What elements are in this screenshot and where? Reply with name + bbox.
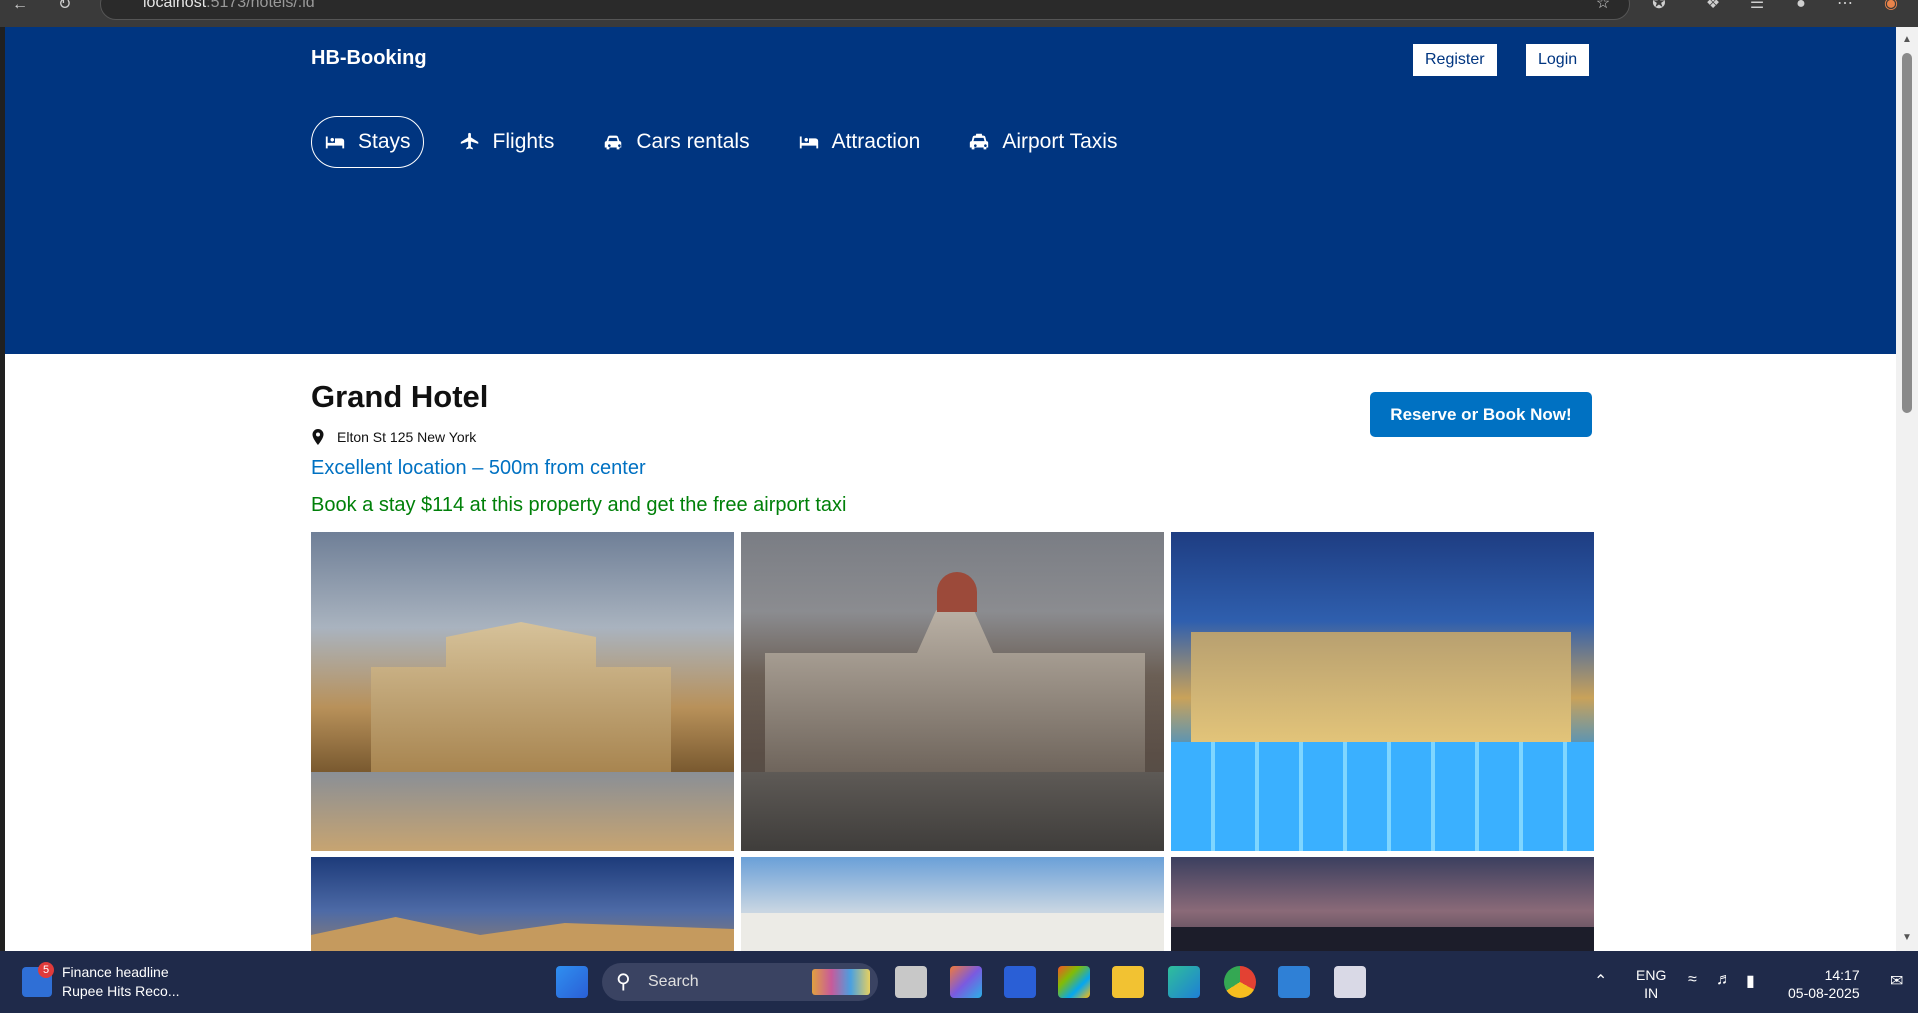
app-icon[interactable] [1004,966,1036,998]
notification-badge: 5 [38,962,54,978]
edge-icon[interactable] [1168,966,1200,998]
os-taskbar: 5 Finance headline Rupee Hits Reco... ⚲ … [0,951,1918,1013]
clock[interactable]: 14:17 05-08-2025 [1788,966,1860,1002]
address-bar[interactable]: localhost:5173/hotels/:id [100,0,1630,20]
back-arrow-icon[interactable]: ← [12,0,34,14]
wifi-icon[interactable]: ≈ [1688,971,1697,989]
snipping-tool-icon[interactable] [1334,966,1366,998]
building-shape [741,913,1164,951]
hotel-photo[interactable] [311,532,734,851]
battery-icon[interactable]: ▮ [1746,971,1755,991]
copilot-app-icon[interactable] [950,966,982,998]
browser-toolbar: ← ↻ localhost:5173/hotels/:id ☆ ✪ ❖ ☰ ● … [0,0,1918,27]
plaza-shape [311,772,734,851]
file-explorer-icon[interactable] [1112,966,1144,998]
profile-tools-icon[interactable]: ❖ [1702,0,1724,16]
language-indicator[interactable]: ENG IN [1636,966,1666,1002]
tab-attraction[interactable]: Attraction [785,116,934,168]
task-view-icon[interactable] [895,966,927,998]
location-note: Excellent location – 500m from center [311,457,646,479]
search-highlight-icon [812,969,870,995]
building-shape [1191,632,1571,752]
page-viewport: HB-Booking Register Login Stays Flights … [5,27,1896,951]
news-title: Finance headline [62,964,169,980]
hotel-photo[interactable] [741,857,1164,951]
search-label: Search [648,973,699,990]
url-path: :5173/hotels/:id [206,0,315,11]
hotel-photo[interactable] [741,532,1164,851]
lang-line1: ENG [1636,967,1667,983]
taxi-icon [970,133,989,150]
date: 05-08-2025 [1788,985,1860,1001]
scroll-up-icon[interactable]: ▲ [1901,35,1913,45]
tab-label: Attraction [831,130,921,153]
reserve-book-button[interactable]: Reserve or Book Now! [1370,392,1592,437]
tab-label: Cars rentals [636,130,750,153]
login-button[interactable]: Login [1526,44,1590,76]
plane-icon [460,132,478,150]
favorites-list-icon[interactable]: ☰ [1746,0,1768,16]
show-hidden-icons-icon[interactable]: ⌃ [1594,971,1607,991]
volume-icon[interactable]: ♬ [1716,971,1732,989]
start-icon[interactable] [556,966,588,998]
hotel-photo[interactable] [311,857,734,951]
dome-shape [937,572,977,612]
favorite-star-icon[interactable]: ☆ [1592,0,1614,16]
address-text: Elton St 125 New York [337,429,477,445]
water-shape [741,772,1164,851]
location-pin-icon [312,429,324,445]
tab-flights[interactable]: Flights [446,116,568,168]
news-icon: 5 [22,962,54,997]
taskbar-search[interactable]: ⚲ Search [602,963,878,1001]
tab-label: Stays [358,130,411,153]
scroll-down-icon[interactable]: ▼ [1901,933,1913,943]
pool-shape [1171,742,1594,851]
building-shape [311,917,734,951]
tab-label: Flights [492,130,555,153]
more-menu-icon[interactable]: ⋯ [1834,0,1856,16]
building-shape [765,602,1145,772]
url-host: localhost [143,0,207,11]
copilot-icon[interactable]: ◉ [1880,0,1902,16]
vscode-icon[interactable] [1278,966,1310,998]
scrollbar-thumb[interactable] [1902,53,1912,413]
tab-car-rentals[interactable]: Cars rentals [589,116,762,168]
register-button[interactable]: Register [1413,44,1497,76]
photo-gallery [311,532,1594,951]
hotel-photo[interactable] [1171,857,1594,951]
hotel-name: Grand Hotel [311,379,489,414]
account-avatar-icon[interactable]: ● [1790,0,1812,16]
treeline-shape [1171,927,1594,951]
hotel-address: Elton St 125 New York [311,429,476,445]
nav-tabs: Stays Flights Cars rentals Attraction Ai… [311,116,1130,168]
price-offer-note: Book a stay $114 at this property and ge… [311,494,847,516]
news-widget[interactable]: 5 Finance headline Rupee Hits Reco... [22,962,180,1001]
tab-airport-taxis[interactable]: Airport Taxis [955,116,1130,168]
brand-logo[interactable]: HB-Booking [311,47,427,70]
tab-label: Airport Taxis [1002,130,1118,153]
time: 14:17 [1824,967,1860,983]
bed-icon [799,136,818,149]
notifications-icon[interactable]: ✉ [1890,971,1903,991]
chrome-icon[interactable] [1224,966,1256,998]
lang-line2: IN [1644,985,1659,1001]
site-header: HB-Booking Register Login Stays Flights … [5,27,1896,354]
hotel-photo[interactable] [1171,532,1594,851]
tab-stays[interactable]: Stays [311,116,424,168]
extensions-icon[interactable]: ✪ [1648,0,1670,16]
store-icon[interactable] [1058,966,1090,998]
building-shape [371,622,671,772]
reload-icon[interactable]: ↻ [58,0,80,14]
car-icon [605,135,622,150]
page-scrollbar[interactable]: ▲ ▼ [1896,27,1918,951]
bed-icon [325,136,345,149]
news-subtitle: Rupee Hits Reco... [62,983,180,999]
search-icon: ⚲ [616,971,631,993]
